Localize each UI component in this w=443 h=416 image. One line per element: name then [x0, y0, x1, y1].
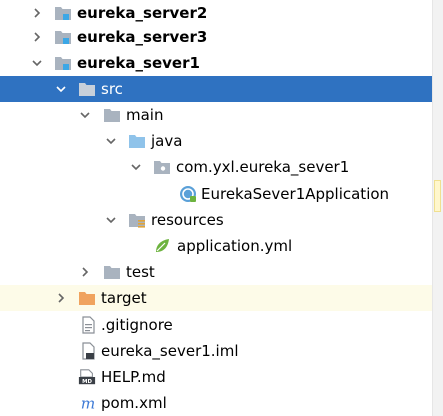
gutter-marker [434, 180, 441, 212]
tree-item-label: src [101, 80, 123, 98]
folder-icon [103, 263, 121, 281]
tree-row-iml[interactable]: eureka_sever1.iml [0, 338, 443, 364]
chevron-right-icon[interactable] [28, 24, 46, 50]
tree-item-label: pom.xml [101, 394, 167, 412]
chevron-right-icon[interactable] [52, 285, 70, 311]
module-folder-icon [54, 4, 72, 22]
folder-icon [78, 80, 96, 98]
tree-item-label: EurekaSever1Application [201, 185, 390, 203]
tree-item-label: eureka_server2 [77, 4, 208, 22]
tree-row-eureka-server3[interactable]: eureka_server3 [0, 24, 443, 50]
chevron-down-icon[interactable] [102, 207, 120, 233]
folder-icon [103, 106, 121, 124]
spring-boot-class-icon [179, 185, 197, 203]
tree-row-package[interactable]: com.yxl.eureka_sever1 [0, 154, 443, 180]
module-file-icon [79, 342, 97, 360]
tree-row-gitignore[interactable]: .gitignore [0, 312, 443, 338]
svg-text:m: m [81, 394, 96, 412]
spring-leaf-icon [153, 237, 171, 255]
tree-item-label: target [101, 289, 147, 307]
tree-item-label: eureka_sever1 [77, 54, 200, 72]
chevron-down-icon[interactable] [28, 50, 46, 76]
tree-row-main[interactable]: main [0, 102, 443, 128]
tree-item-label: application.yml [177, 237, 293, 255]
tree-row-resources[interactable]: resources [0, 207, 443, 233]
tree-item-label: java [151, 132, 183, 150]
svg-text:MD: MD [82, 379, 92, 385]
tree-row-pom-xml[interactable]: m pom.xml [0, 390, 443, 416]
tree-item-label: .gitignore [101, 316, 173, 334]
maven-icon: m [79, 394, 97, 412]
tree-row-target[interactable]: target [0, 285, 443, 311]
tree-row-application-yml[interactable]: application.yml [0, 233, 443, 259]
tree-item-label: eureka_sever1.iml [101, 342, 239, 360]
tree-item-label: resources [151, 211, 224, 229]
tree-row-application-class[interactable]: EurekaSever1Application [0, 181, 443, 207]
chevron-down-icon[interactable] [127, 154, 145, 180]
module-folder-icon [54, 54, 72, 72]
package-icon [153, 158, 171, 176]
module-folder-icon [54, 28, 72, 46]
chevron-down-icon[interactable] [76, 102, 94, 128]
chevron-down-icon[interactable] [52, 76, 70, 102]
tree-item-label: main [126, 106, 164, 124]
tree-row-eureka-sever1[interactable]: eureka_sever1 [0, 50, 443, 76]
tree-row-java[interactable]: java [0, 128, 443, 154]
tree-item-label: com.yxl.eureka_sever1 [176, 158, 350, 176]
text-file-icon [79, 316, 97, 334]
markdown-file-icon: MD [78, 368, 96, 386]
tree-item-label: eureka_server3 [77, 28, 208, 46]
tree-row-src[interactable]: src [0, 76, 443, 102]
chevron-right-icon[interactable] [76, 259, 94, 285]
tree-row-test[interactable]: test [0, 259, 443, 285]
project-tree: eureka_server2 eureka_server3 eureka_sev… [0, 0, 443, 416]
chevron-right-icon[interactable] [28, 0, 46, 26]
excluded-folder-icon [78, 289, 96, 307]
tree-row-help-md[interactable]: MD HELP.md [0, 364, 443, 390]
resources-folder-icon [128, 211, 146, 229]
tree-item-label: HELP.md [101, 368, 166, 386]
tree-row-eureka-server2[interactable]: eureka_server2 [0, 0, 443, 26]
tree-item-label: test [126, 263, 155, 281]
chevron-down-icon[interactable] [102, 128, 120, 154]
source-folder-icon [128, 132, 146, 150]
